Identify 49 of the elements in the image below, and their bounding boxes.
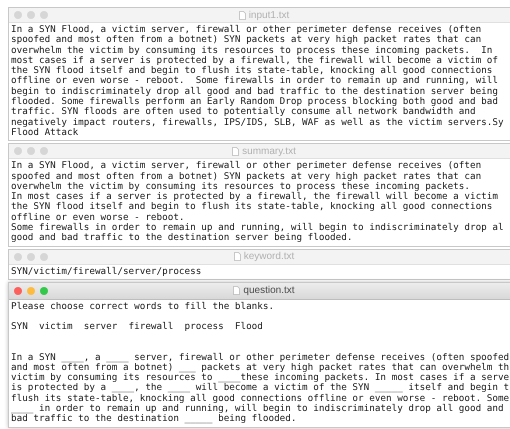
text-line: is protected by a ____, the ____ will become a victim of the SYN _____ itself and begin t	[11, 383, 510, 394]
text-line: and most often from a botnet) ___ packets at very high packet rates that can overwhelm th	[11, 362, 510, 373]
text-line: overwhelm the victim by consuming its resources to process these incoming packets.	[11, 182, 470, 192]
text-line: offline or even worse - reboot. Some firewalls in order to remain up and running, will	[11, 76, 498, 86]
document-icon	[232, 146, 240, 156]
text-line: In a SYN Flood, a victim server, firewall or other perimeter defense receives (often	[11, 25, 482, 35]
zoom-button[interactable]	[40, 11, 48, 19]
text-line: Some firewalls in order to remain up and running, will begin to indiscriminately drop al	[11, 223, 504, 234]
text-line: offline or even worse - reboot.	[11, 212, 185, 223]
text-line: spoofed and most often from a botnet) SYN packets at very high packet rates that can	[11, 35, 482, 46]
close-button[interactable]	[14, 147, 22, 156]
text-line: flush its state-table, knocking all good connections offline or even worse - reboot. Some	[11, 394, 510, 404]
zoom-button[interactable]	[40, 252, 48, 261]
text-line: In a SYN Flood, a victim server, firewall or other perimeter defense receives (often	[11, 161, 482, 172]
text-line: flooded. Some firewalls perform an Early Random Drop process blocking both good and bad	[11, 97, 498, 108]
close-button[interactable]	[14, 252, 22, 261]
document-icon	[233, 286, 240, 296]
window-title: summary.txt	[242, 146, 296, 157]
minimize-button[interactable]	[27, 252, 35, 261]
zoom-button[interactable]	[40, 286, 48, 295]
window-title: input1.txt	[248, 10, 290, 20]
document-icon	[234, 252, 241, 262]
minimize-button[interactable]	[27, 147, 35, 156]
text-line: traffic. SYN floods are often used to potentially consume all network bandwidth and	[11, 107, 476, 118]
text-line: SYN/victim/firewall/server/process	[11, 266, 202, 277]
window-title: question.txt	[243, 285, 295, 296]
text-line: Please choose correct words to fill the blanks.	[11, 302, 274, 312]
text-line: In most cases if a server is protected by a firewall, the firewall will become a victim	[11, 192, 498, 202]
close-button[interactable]	[14, 11, 22, 19]
minimize-button[interactable]	[27, 11, 35, 19]
zoom-button[interactable]	[40, 147, 48, 156]
text-line: good and bad traffic to the destination server being flooded.	[11, 233, 352, 244]
window-title: keyword.txt	[244, 251, 294, 262]
minimize-button[interactable]	[27, 286, 35, 295]
text-line: the SYN flood itself and begin to flush its state-table, knocking all good connections	[11, 202, 492, 212]
text-line: In a SYN ____, a ____ server, firewall or other perimeter defense receives (often spoofed	[11, 352, 510, 363]
text-line: spoofed and most often from a botnet) SYN packets at very high packet rates that can	[11, 172, 482, 182]
text-line: Flood Attack	[11, 128, 78, 138]
text-line: victim by consuming its resources to ____these incoming packets. In most cases if a serve	[11, 373, 510, 384]
text-line: negatively impact routers, firewalls, IPS/IDS, SLB, WAF as well as the victim servers.Sy	[11, 118, 504, 128]
text-line: the SYN flood itself and begin to flush its state-table, knocking all good connections	[11, 66, 492, 76]
text-line: most cases if a server is protected by a firewall, the firewall will become a victim of	[11, 56, 498, 66]
text-line: overwhelm the victim by consuming its resources to process these incoming packets. In	[11, 46, 492, 56]
text-line: begin to indiscriminately drop all good and bad traffic to the destination server being	[11, 86, 498, 97]
text-line: SYN victim server firewall process Flood	[11, 322, 263, 333]
close-button[interactable]	[14, 286, 22, 295]
text-line: ____ in order to remain up and running, will begin to indiscriminately drop all good and	[11, 404, 504, 414]
document-icon	[238, 10, 246, 20]
text-line: bad traffic to the destination _____ being flooded.	[11, 414, 296, 425]
